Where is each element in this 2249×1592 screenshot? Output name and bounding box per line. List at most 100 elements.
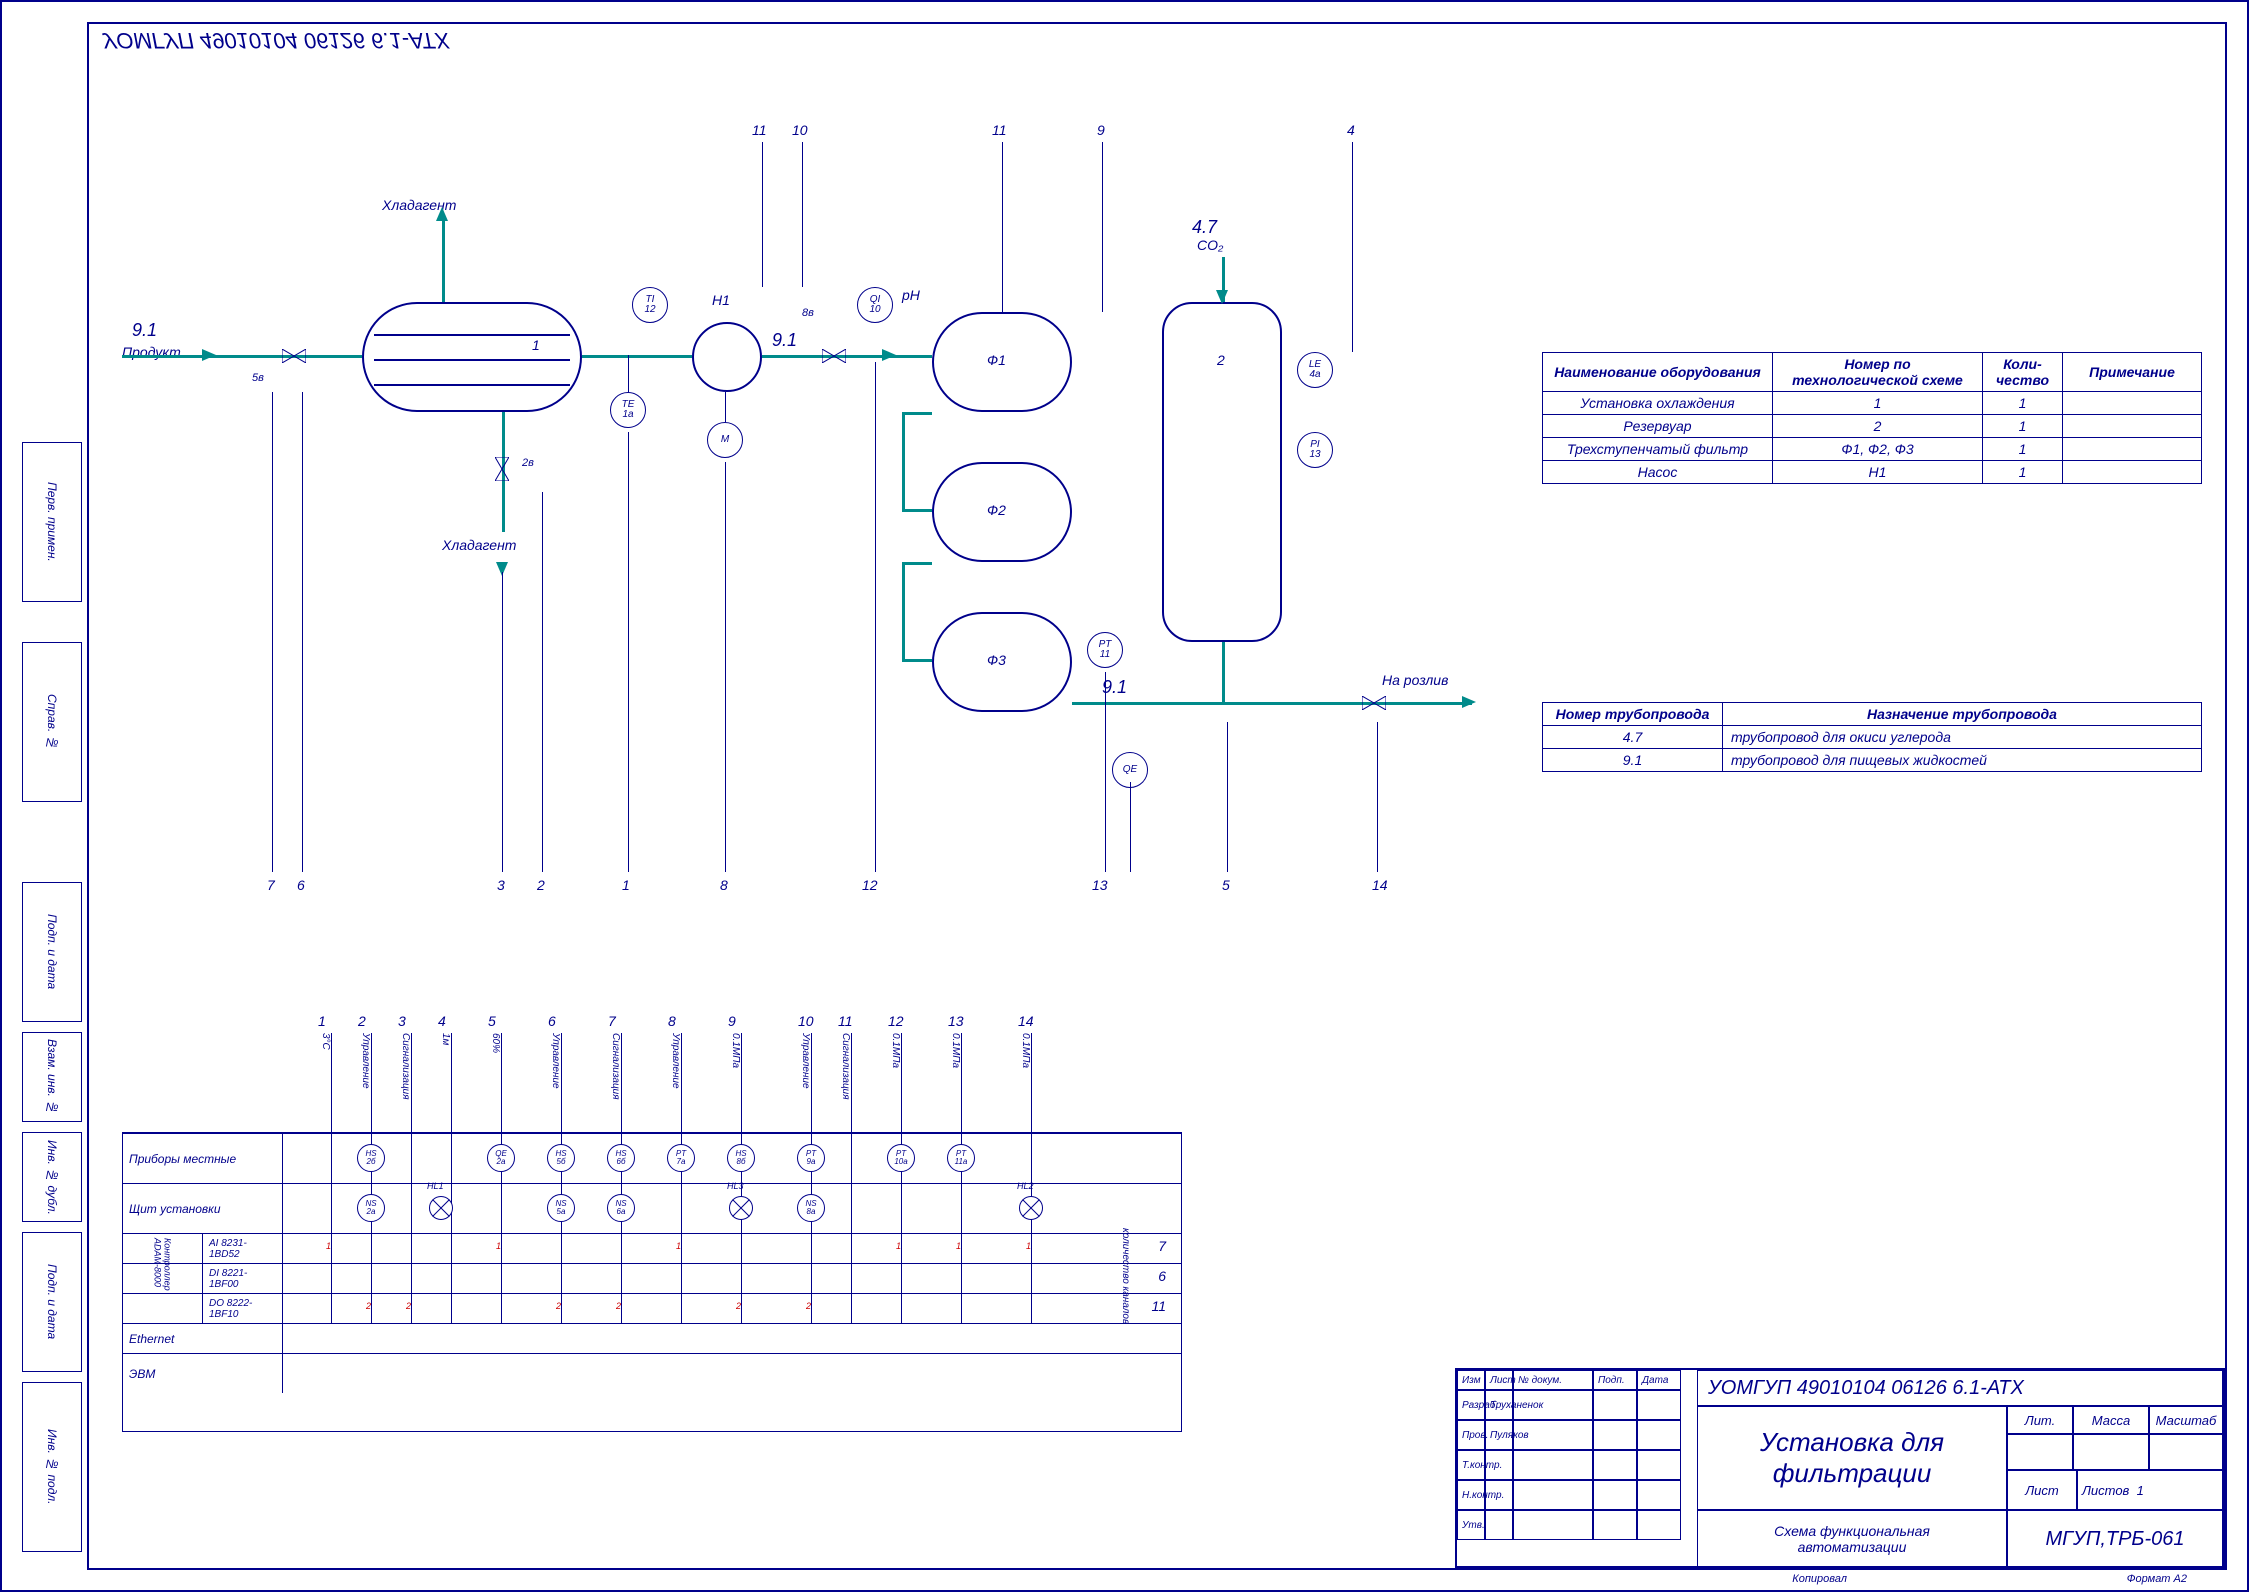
io-instrument: PT9а (797, 1144, 825, 1172)
ref-num: 3 (497, 877, 505, 893)
wire (542, 492, 543, 872)
drawing-subtitle: Схема функциональная автоматизации (1697, 1510, 2007, 1568)
io-instrument: HS6б (607, 1144, 635, 1172)
io-instrument: HS8б (727, 1144, 755, 1172)
wire (762, 142, 763, 287)
io-col-num: 1 (318, 1013, 326, 1029)
tb-cell (1513, 1510, 1593, 1540)
io-col-tag: 0.1МПа (950, 1033, 961, 1128)
le-instrument: LE4а (1297, 352, 1333, 388)
io-instrument: QE2а (487, 1144, 515, 1172)
io-signal-line (741, 1033, 742, 1323)
kopiroval: Копировал (1792, 1573, 1847, 1585)
drawing-sheet: УОМГУП 49010104 06126 6.1-АТХ Перв. прим… (0, 0, 2249, 1592)
wire (302, 392, 303, 872)
io-tick: 2 (806, 1301, 811, 1311)
pipe (1222, 702, 1472, 705)
io-col-num: 7 (608, 1013, 616, 1029)
pipe (762, 355, 932, 358)
tb-cell: Изм (1457, 1370, 1485, 1390)
io-col-num: 12 (888, 1013, 904, 1029)
arrow-icon (1462, 696, 1476, 708)
io-tick: 2 (556, 1301, 561, 1311)
qi-instrument: QI10 (857, 287, 893, 323)
wire (1102, 142, 1103, 312)
valve-tag: 5в (252, 372, 264, 384)
ref-num: 4 (1347, 122, 1355, 138)
io-col-num: 2 (358, 1013, 366, 1029)
io-col-tag: Сигнализация (610, 1033, 621, 1128)
pipe (442, 217, 445, 302)
arrow-icon (882, 349, 896, 361)
title-block: УОМГУП 49010104 06126 6.1-АТХ Установка … (1455, 1368, 2225, 1568)
doc-number: УОМГУП 49010104 06126 6.1-АТХ (1697, 1370, 2223, 1406)
io-instrument: NS2а (357, 1194, 385, 1222)
ti-instrument: TI12 (632, 287, 668, 323)
io-signal-line (811, 1033, 812, 1323)
ref-num: 14 (1372, 877, 1388, 893)
valve-icon (282, 349, 306, 363)
tb-cell: Т.контр. (1457, 1450, 1485, 1480)
arrow-icon (1216, 290, 1228, 304)
pipe (122, 355, 362, 358)
side-tab: Инв. № подл. (22, 1382, 82, 1552)
stream-label: 4.7 (1192, 217, 1217, 238)
indicator-lamp-icon (729, 1196, 753, 1220)
io-signal-line (961, 1033, 962, 1323)
motor-instrument: M (707, 422, 743, 458)
ref-num: 13 (1092, 877, 1108, 893)
io-tick: 2 (616, 1301, 621, 1311)
tb-cell (1593, 1480, 1637, 1510)
io-instrument: NS5а (547, 1194, 575, 1222)
io-signal-line (561, 1033, 562, 1323)
eq-id: Ф2 (987, 502, 1006, 518)
tb-cell: Пуляков (1485, 1420, 1513, 1450)
io-col-tag: Управление (800, 1033, 811, 1128)
tb-cell (1513, 1450, 1593, 1480)
tb-cell (1637, 1450, 1681, 1480)
side-tab: Подп. и дата (22, 882, 82, 1022)
di-count: 6 (1158, 1268, 1166, 1284)
tb-cell (1637, 1510, 1681, 1540)
co2-label: CO₂ (1197, 237, 1223, 253)
wire (628, 355, 629, 392)
io-instrument: NS6а (607, 1194, 635, 1222)
io-tick: 1 (326, 1241, 331, 1251)
io-col-tag: Управление (670, 1033, 681, 1128)
stream-label: 9.1 (772, 330, 797, 351)
tb-cell (1485, 1510, 1513, 1540)
pump-label: Н1 (712, 292, 730, 308)
pipe (902, 659, 932, 662)
tb-cell (1637, 1390, 1681, 1420)
io-col-tag: Управление (550, 1033, 561, 1128)
stream-label: 9.1 (132, 320, 157, 341)
p-and-id-diagram: 1 9.1 Продукт 5в Хладагент 2в Хладагент … (102, 62, 1502, 962)
coolant-label: Хладагент (442, 537, 516, 553)
wire (1352, 142, 1353, 352)
tb-cell: Подп. (1593, 1370, 1637, 1390)
io-col-tag: 1м (440, 1033, 451, 1128)
tb-cell (1593, 1450, 1637, 1480)
indicator-lamp-icon (1019, 1196, 1043, 1220)
wire (272, 392, 273, 872)
tb-cell (1637, 1480, 1681, 1510)
side-tab: Справ. № (22, 642, 82, 802)
te-instrument: TE1а (610, 392, 646, 428)
io-tick: 1 (1026, 1241, 1031, 1251)
eq-id: Ф3 (987, 652, 1006, 668)
ai-count: 7 (1158, 1238, 1166, 1254)
wire (1130, 782, 1131, 872)
wire (1377, 722, 1378, 872)
io-signal-line (371, 1033, 372, 1323)
pipe (902, 412, 905, 512)
do-count: 11 (1151, 1298, 1166, 1314)
pipe (1072, 702, 1222, 705)
ref-num: 9 (1097, 122, 1105, 138)
valve-icon (1362, 696, 1386, 710)
pipe-table: Номер трубопроводаНазначение трубопровод… (1542, 702, 2202, 772)
ref-num: 7 (267, 877, 275, 893)
pi-instrument: PI13 (1297, 432, 1333, 468)
tb-cell (1593, 1510, 1637, 1540)
io-signal-line (331, 1033, 332, 1323)
mirror-title: УОМГУП 49010104 06126 6.1-АТХ (102, 27, 449, 53)
